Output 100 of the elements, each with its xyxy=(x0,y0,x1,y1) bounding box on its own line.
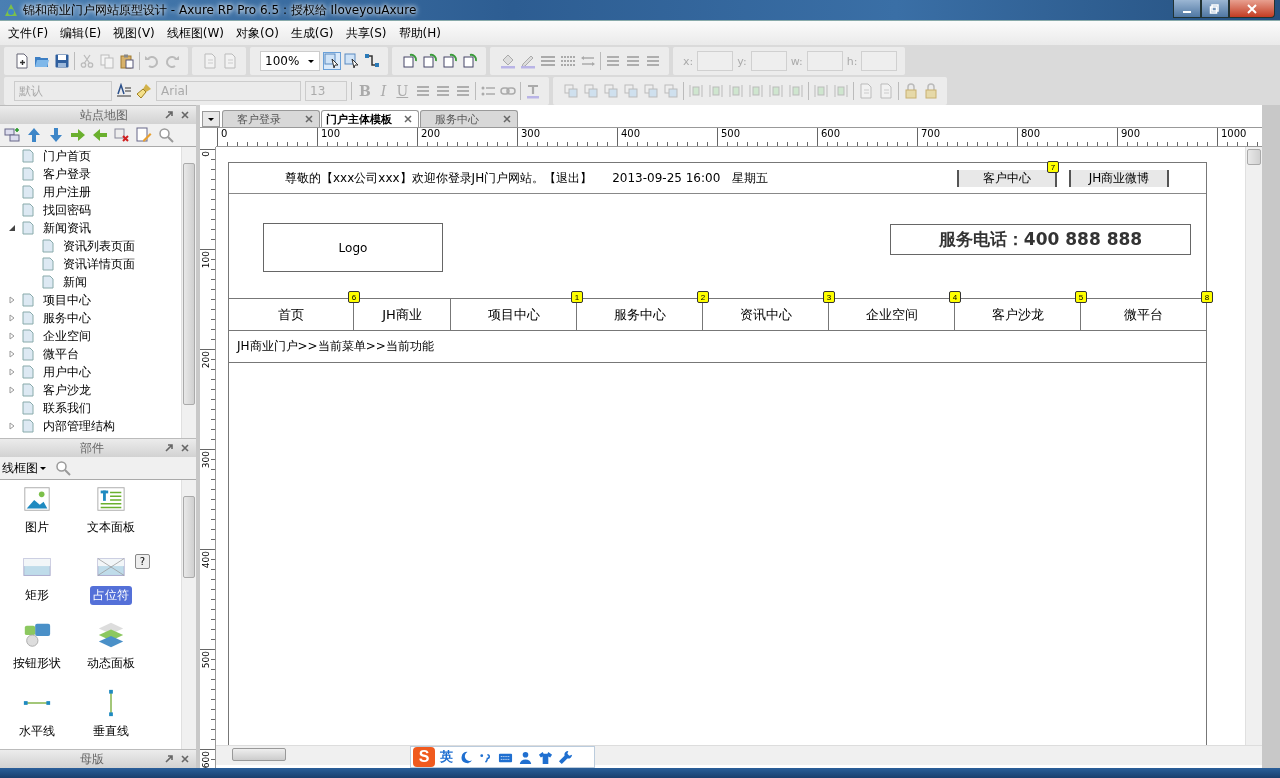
input-mode-toggle[interactable]: 英 xyxy=(440,748,453,766)
sitemap-item[interactable]: 客户登录 xyxy=(0,165,181,183)
sitemap-item[interactable]: 新闻 xyxy=(0,273,181,291)
text-panel-icon[interactable] xyxy=(96,484,126,514)
sitemap-item[interactable]: 用户中心 xyxy=(0,363,181,381)
close-button[interactable] xyxy=(1229,0,1275,18)
menu-item[interactable]: 线框图(W) xyxy=(160,24,231,42)
collapsed-arrow-icon[interactable] xyxy=(8,422,16,430)
pin-icon[interactable] xyxy=(164,754,174,764)
nav-item[interactable]: 客户沙龙 xyxy=(991,305,1044,324)
align-icon[interactable] xyxy=(645,53,661,69)
pen-icon[interactable] xyxy=(520,53,536,69)
nav-item[interactable]: 首页 xyxy=(278,305,304,324)
distribute-icon[interactable] xyxy=(813,83,830,99)
sitemap-item[interactable]: 联系我们 xyxy=(0,399,181,417)
dynamic-panel-icon[interactable] xyxy=(96,620,126,650)
widget-label[interactable]: 水平线 xyxy=(16,722,58,741)
export-icon[interactable] xyxy=(422,53,438,69)
widget-label[interactable]: 占位符 xyxy=(90,586,132,605)
arrow-up-icon[interactable] xyxy=(26,127,42,143)
nav-item[interactable]: 服务中心 xyxy=(613,305,666,324)
wrench-icon[interactable] xyxy=(558,749,573,765)
line-style-icon[interactable] xyxy=(560,53,576,69)
text-format-icon[interactable] xyxy=(116,83,132,99)
close-icon[interactable] xyxy=(180,443,190,453)
arrow-left-icon[interactable] xyxy=(92,127,108,143)
scrollbar[interactable] xyxy=(1245,147,1262,745)
document-tab[interactable]: 服务中心 xyxy=(420,110,518,127)
distribute-icon[interactable] xyxy=(708,83,725,99)
distribute-icon[interactable] xyxy=(748,83,765,99)
nav-item[interactable]: JH商业 xyxy=(382,305,422,324)
minimize-button[interactable] xyxy=(1173,0,1201,18)
help-badge[interactable]: ? xyxy=(135,554,150,569)
align-icon[interactable] xyxy=(625,53,641,69)
coordinate-field[interactable] xyxy=(861,51,898,71)
menu-item[interactable]: 生成(G) xyxy=(284,24,340,42)
pointer-icon[interactable] xyxy=(344,53,360,69)
widget-label[interactable]: 按钮形状 xyxy=(10,654,64,673)
page-icon[interactable] xyxy=(222,53,238,69)
arrow-down-icon[interactable] xyxy=(48,127,64,143)
connector-icon[interactable] xyxy=(364,53,380,69)
sitemap-item[interactable]: 新闻资讯 xyxy=(0,219,181,237)
layer-icon[interactable] xyxy=(603,83,620,99)
new-file-icon[interactable] xyxy=(14,53,30,69)
nav-item[interactable]: 资讯中心 xyxy=(739,305,792,324)
sitemap-item[interactable]: 门户首页 xyxy=(0,147,181,165)
pointer-icon[interactable] xyxy=(324,53,340,69)
lock-icon[interactable] xyxy=(903,83,920,99)
pin-icon[interactable] xyxy=(164,110,174,120)
search-icon[interactable] xyxy=(158,127,174,143)
user-icon[interactable] xyxy=(518,749,533,765)
paste-icon[interactable] xyxy=(119,53,135,69)
delete-page-icon[interactable] xyxy=(114,127,130,143)
sitemap-item[interactable]: 微平台 xyxy=(0,345,181,363)
close-icon[interactable] xyxy=(180,754,190,764)
add-page-icon[interactable] xyxy=(4,127,20,143)
expanded-arrow-icon[interactable] xyxy=(8,224,16,232)
collapsed-arrow-icon[interactable] xyxy=(8,350,16,358)
menu-item[interactable]: 帮助(H) xyxy=(392,24,447,42)
widget-label[interactable]: 图片 xyxy=(22,518,52,537)
layer-icon[interactable] xyxy=(583,83,600,99)
pin-icon[interactable] xyxy=(164,443,174,453)
lock-icon[interactable] xyxy=(923,83,940,99)
tab-list-button[interactable] xyxy=(202,111,220,127)
scrollbar[interactable] xyxy=(181,147,196,438)
align-icon[interactable] xyxy=(605,53,621,69)
distribute-icon[interactable] xyxy=(688,83,705,99)
layer-icon[interactable] xyxy=(663,83,680,99)
distribute-icon[interactable] xyxy=(728,83,745,99)
distribute-icon[interactable] xyxy=(788,83,805,99)
collapsed-arrow-icon[interactable] xyxy=(8,314,16,322)
menu-item[interactable]: 文件(F) xyxy=(2,24,55,42)
line-weight-icon[interactable] xyxy=(540,53,556,69)
shirt-icon[interactable] xyxy=(538,749,553,765)
page-icon[interactable] xyxy=(858,83,875,99)
coordinate-field[interactable] xyxy=(697,51,734,71)
page-icon[interactable] xyxy=(202,53,218,69)
document-tab[interactable]: 客户登录 xyxy=(222,110,320,127)
page-icon[interactable] xyxy=(878,83,895,99)
close-icon[interactable] xyxy=(305,115,313,123)
widget-label[interactable]: 矩形 xyxy=(22,586,52,605)
nav-item[interactable]: 微平台 xyxy=(1124,305,1163,324)
distribute-icon[interactable] xyxy=(833,83,850,99)
sitemap-item[interactable]: 客户沙龙 xyxy=(0,381,181,399)
header-link-button[interactable]: 客户中心 xyxy=(957,169,1057,187)
edit-page-icon[interactable] xyxy=(136,127,152,143)
redo-icon[interactable] xyxy=(164,53,180,69)
sitemap-item[interactable]: 资讯列表页面 xyxy=(0,237,181,255)
close-icon[interactable] xyxy=(503,115,511,123)
distribute-icon[interactable] xyxy=(768,83,785,99)
save-icon[interactable] xyxy=(54,53,70,69)
sitemap-item[interactable]: 找回密码 xyxy=(0,201,181,219)
arrow-right-icon[interactable] xyxy=(70,127,86,143)
layer-icon[interactable] xyxy=(623,83,640,99)
menu-item[interactable]: 视图(V) xyxy=(107,24,161,42)
close-icon[interactable] xyxy=(180,110,190,120)
menu-item[interactable]: 编辑(E) xyxy=(54,24,108,42)
image-icon[interactable] xyxy=(22,484,52,514)
coordinate-field[interactable] xyxy=(750,51,787,71)
export-icon[interactable] xyxy=(402,53,418,69)
